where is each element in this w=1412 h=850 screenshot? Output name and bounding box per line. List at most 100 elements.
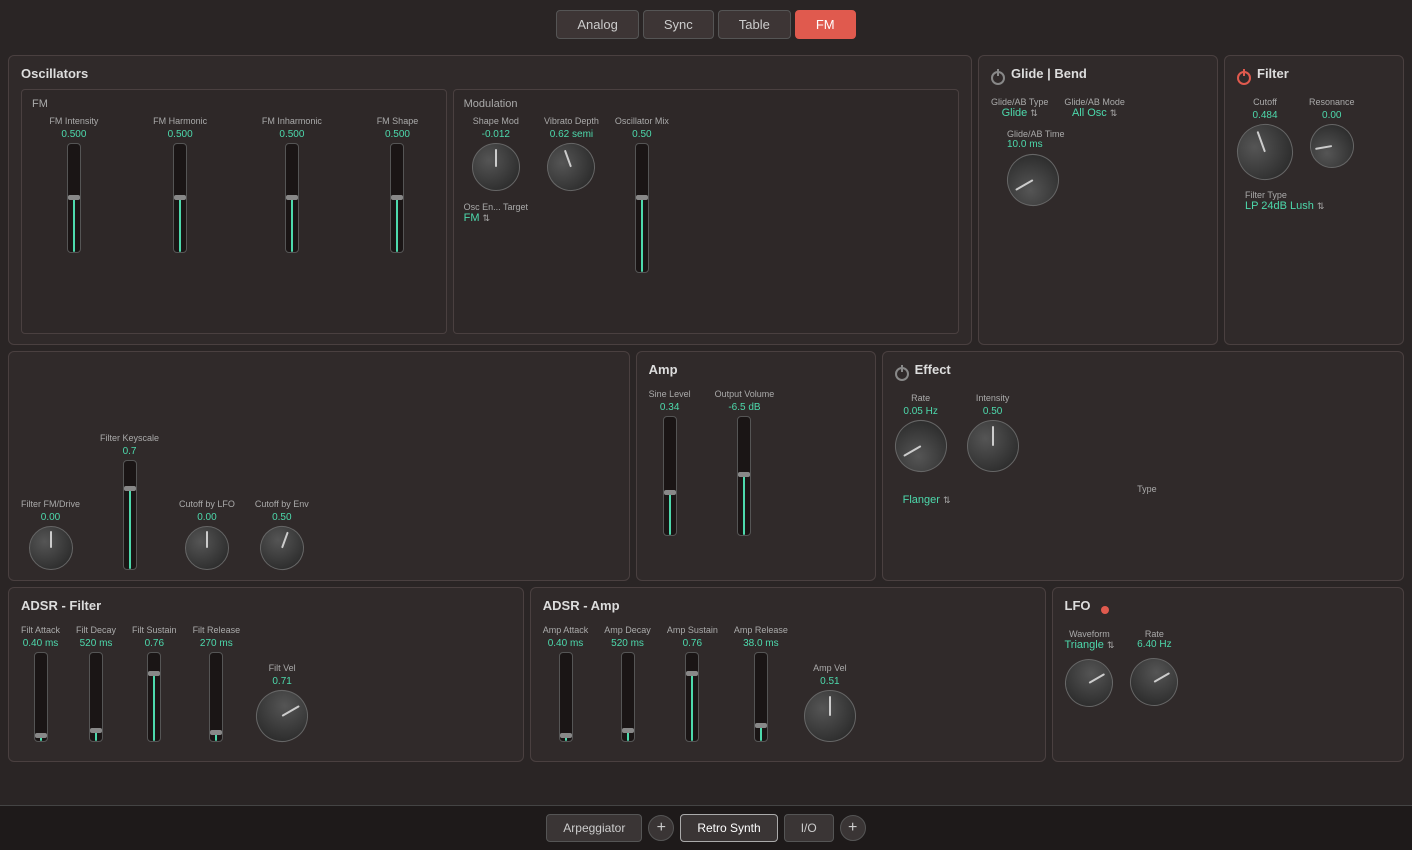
- filt-attack-label: Filt Attack: [21, 625, 60, 635]
- effect-type-select[interactable]: Flanger ⇅: [903, 494, 1391, 506]
- filt-vel-label: Filt Vel: [269, 663, 296, 673]
- osc-mix-slider[interactable]: [635, 143, 649, 273]
- vibrato-label: Vibrato Depth: [544, 116, 599, 126]
- glide-bend-panel: Glide | Bend Glide/AB Type Glide ⇅ Glide…: [978, 55, 1218, 345]
- io-tab[interactable]: I/O: [784, 814, 834, 842]
- amp-decay-slider[interactable]: [621, 652, 635, 742]
- shape-mod-label: Shape Mod: [473, 116, 519, 126]
- shape-mod-knob[interactable]: [472, 143, 520, 191]
- fm-intensity-control: FM Intensity 0.500: [49, 116, 98, 253]
- glide-power-icon[interactable]: [991, 71, 1005, 85]
- cutoff-control: Cutoff 0.484: [1237, 97, 1293, 180]
- lfo-controls: Waveform Triangle ⇅ Rate 6.40 Hz: [1065, 629, 1392, 707]
- tab-table[interactable]: Table: [718, 10, 791, 39]
- osc-mix-value: 0.50: [632, 129, 651, 140]
- lfo-waveform-label: Waveform: [1069, 629, 1110, 639]
- top-row: Oscillators FM FM Intensity 0.500: [8, 55, 1404, 345]
- amp-sustain-slider[interactable]: [685, 652, 699, 742]
- effect-intensity-knob[interactable]: [967, 420, 1019, 472]
- glide-type-select[interactable]: Glide ⇅: [1002, 107, 1038, 119]
- fm-intensity-label: FM Intensity: [49, 116, 98, 126]
- amp-release-slider[interactable]: [754, 652, 768, 742]
- fm-shape-slider[interactable]: [390, 143, 404, 253]
- fm-intensity-slider[interactable]: [67, 143, 81, 253]
- filter-keyscale-label: Filter Keyscale: [100, 433, 159, 443]
- effect-rate-value: 0.05 Hz: [903, 406, 937, 417]
- cutoff-knob[interactable]: [1229, 116, 1301, 188]
- fm-inharmonic-value: 0.500: [279, 129, 304, 140]
- filt-sustain-slider[interactable]: [147, 652, 161, 742]
- amp-sustain-control: Amp Sustain 0.76: [667, 625, 718, 742]
- cutoff-lfo-control: Cutoff by LFO 0.00: [179, 499, 235, 570]
- glide-header: Glide | Bend: [991, 66, 1205, 89]
- amp-decay-control: Amp Decay 520 ms: [604, 625, 651, 742]
- amp-attack-control: Amp Attack 0.40 ms: [543, 625, 589, 742]
- glide-mode-select[interactable]: All Osc ⇅: [1072, 107, 1117, 119]
- filt-attack-slider[interactable]: [34, 652, 48, 742]
- effect-title: Effect: [915, 362, 951, 377]
- output-volume-slider[interactable]: [737, 416, 751, 536]
- osc-target-select[interactable]: FM ⇅: [464, 212, 528, 224]
- filter-fm-drive-control: Filter FM/Drive 0.00: [21, 499, 80, 570]
- fm-inharmonic-slider[interactable]: [285, 143, 299, 253]
- lfo-active-dot: [1101, 606, 1109, 614]
- filt-release-label: Filt Release: [193, 625, 241, 635]
- filter-knobs-row: Cutoff 0.484 Resonance 0.00: [1237, 97, 1391, 180]
- filt-release-slider[interactable]: [209, 652, 223, 742]
- vibrato-control: Vibrato Depth 0.62 semi: [544, 116, 599, 191]
- mod-title: Modulation: [464, 98, 948, 110]
- bottom-bar: Arpeggiator + Retro Synth I/O +: [0, 805, 1412, 850]
- lfo-rate-knob[interactable]: [1122, 649, 1188, 715]
- filter-header: Filter: [1237, 66, 1391, 89]
- retro-synth-tab[interactable]: Retro Synth: [680, 814, 777, 842]
- glide-type-value: Glide: [1002, 107, 1028, 119]
- adsr-amp-panel: ADSR - Amp Amp Attack 0.40 ms Amp Decay …: [530, 587, 1046, 762]
- amp-attack-slider[interactable]: [559, 652, 573, 742]
- filt-vel-control: Filt Vel 0.71: [256, 663, 308, 742]
- oscillators-panel: Oscillators FM FM Intensity 0.500: [8, 55, 972, 345]
- cutoff-lfo-knob[interactable]: [185, 526, 229, 570]
- filter-type-label: Filter Type: [1245, 190, 1287, 200]
- filter-keyscale-slider[interactable]: [123, 460, 137, 570]
- effect-rate-control: Rate 0.05 Hz: [895, 393, 947, 472]
- add-tab-btn-1[interactable]: +: [648, 815, 674, 841]
- filt-vel-knob[interactable]: [247, 680, 318, 751]
- filter-power-icon[interactable]: [1237, 71, 1251, 85]
- vibrato-knob[interactable]: [541, 136, 603, 198]
- cutoff-lfo-value: 0.00: [197, 512, 216, 523]
- arpeggiator-tab[interactable]: Arpeggiator: [546, 814, 642, 842]
- resonance-knob[interactable]: [1306, 121, 1357, 172]
- effect-controls: Rate 0.05 Hz Intensity 0.50: [895, 393, 1391, 472]
- tab-fm[interactable]: FM: [795, 10, 856, 39]
- tab-sync[interactable]: Sync: [643, 10, 714, 39]
- filt-attack-value: 0.40 ms: [23, 638, 59, 649]
- filter-fm-drive-knob[interactable]: [29, 526, 73, 570]
- fm-harmonic-value: 0.500: [168, 129, 193, 140]
- amp-title: Amp: [649, 362, 863, 377]
- adsr-filter-controls: Filt Attack 0.40 ms Filt Decay 520 ms: [21, 621, 511, 742]
- filter-type-select[interactable]: LP 24dB Lush ⇅: [1245, 200, 1324, 212]
- cutoff-env-label: Cutoff by Env: [255, 499, 309, 509]
- sine-level-label: Sine Level: [649, 389, 691, 399]
- amp-vel-knob[interactable]: [804, 690, 856, 742]
- effect-intensity-value: 0.50: [983, 406, 1002, 417]
- lfo-waveform-select[interactable]: Triangle ⇅: [1065, 639, 1115, 651]
- cutoff-env-knob[interactable]: [254, 520, 310, 576]
- glide-time-knob[interactable]: [997, 144, 1068, 215]
- amp-attack-value: 0.40 ms: [548, 638, 584, 649]
- osc-inner: FM FM Intensity 0.500: [21, 89, 959, 334]
- filt-decay-slider[interactable]: [89, 652, 103, 742]
- tab-analog[interactable]: Analog: [556, 10, 638, 39]
- osc-target-label: Osc En... Target: [464, 202, 528, 212]
- add-tab-btn-2[interactable]: +: [840, 815, 866, 841]
- output-volume-value: -6.5 dB: [728, 402, 760, 413]
- glide-time-value: 10.0 ms: [1007, 139, 1043, 150]
- effect-rate-knob[interactable]: [885, 410, 956, 481]
- lfo-waveform-knob[interactable]: [1057, 650, 1123, 716]
- effect-type-label: Type: [903, 484, 1391, 494]
- cutoff-label: Cutoff: [1253, 97, 1277, 107]
- fm-harmonic-slider[interactable]: [173, 143, 187, 253]
- sine-level-slider[interactable]: [663, 416, 677, 536]
- glide-title: Glide | Bend: [1011, 66, 1087, 81]
- effect-power-icon[interactable]: [895, 367, 909, 381]
